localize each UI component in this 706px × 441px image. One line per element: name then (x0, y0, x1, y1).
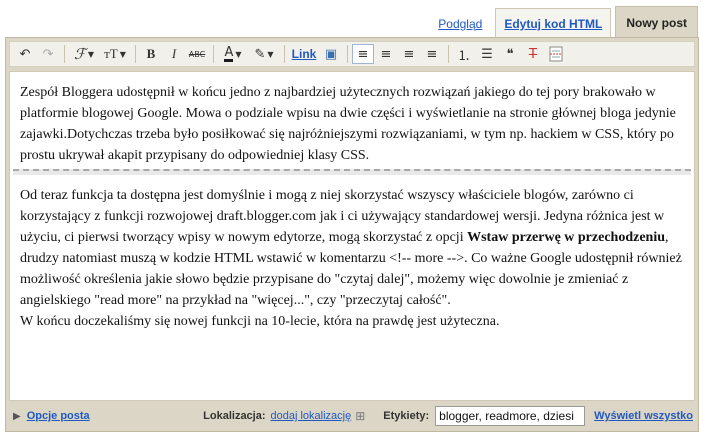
blockquote-button[interactable]: ❝ (499, 44, 521, 64)
tab-edit-html[interactable]: Edytuj kod HTML (495, 8, 612, 38)
jump-break-marker[interactable] (13, 169, 691, 175)
jump-break-icon[interactable] (545, 44, 567, 64)
image-icon[interactable]: ▣ (320, 44, 342, 64)
strikethrough-button[interactable]: ABC (186, 44, 208, 64)
italic-button[interactable]: I (163, 44, 185, 64)
toolbar-separator (347, 45, 348, 63)
toolbar-separator (284, 45, 285, 63)
editor-frame: ↶ ↷ ℱ ▼ тT ▼ B I ABC A ▼ ✎ ▼ Link ▣ ≡ ≡ ≡ ≡ … (5, 37, 699, 432)
formatting-toolbar: ↶ ↷ ℱ ▼ тT ▼ B I ABC A ▼ ✎ ▼ Link ▣ ≡ ≡ ≡ ≡ … (9, 41, 695, 67)
labels-label: Etykiety: (383, 410, 430, 422)
post-body-editor[interactable]: Zespół Bloggera udostępnił w końcu jedno… (9, 71, 695, 401)
text-color-button[interactable]: A ▼ (218, 44, 248, 64)
post-paragraph-3: W końcu doczekaliśmy się nowej funkcji n… (20, 314, 500, 329)
highlighter-icon: ✎ (254, 46, 266, 62)
post-footer-bar: ▶ Opcje posta Lokalizacja: dodaj lokaliz… (9, 405, 695, 427)
map-icon[interactable]: ⊞ (355, 409, 365, 423)
chevron-down-icon: ▼ (87, 49, 94, 59)
tab-preview[interactable]: Podgląd (429, 8, 491, 38)
paragraph-2-bold-text: Wstaw przerwę w przechodzeniu (467, 230, 665, 245)
editor-tabs: Podgląd Edytuj kod HTML Nowy post (425, 6, 698, 38)
toolbar-separator (213, 45, 214, 63)
toolbar-separator (64, 45, 65, 63)
align-center-button[interactable]: ≡ (375, 44, 397, 64)
justify-button[interactable]: ≡ (421, 44, 443, 64)
bold-button[interactable]: B (140, 44, 162, 64)
show-all-labels-link[interactable]: Wyświetl wszystko (594, 410, 693, 422)
chevron-down-icon: ▼ (119, 49, 126, 59)
numbered-list-button[interactable]: ⒈ (453, 44, 475, 64)
post-paragraph-2: Od teraz funkcja ta dostępna jest domyśl… (20, 185, 684, 311)
location-label: Lokalizacja: (203, 410, 266, 422)
toolbar-separator (135, 45, 136, 63)
link-button[interactable]: Link (289, 44, 319, 64)
font-family-button[interactable]: ℱ ▼ (69, 44, 99, 64)
text-color-icon: A (224, 45, 234, 62)
font-size-icon: тT (104, 46, 118, 61)
align-left-button[interactable]: ≡ (352, 44, 374, 64)
font-icon: ℱ (74, 46, 86, 63)
chevron-down-icon: ▼ (267, 49, 274, 59)
undo-icon[interactable]: ↶ (14, 44, 36, 64)
labels-input[interactable] (435, 406, 586, 426)
bullet-list-button[interactable]: ☰ (476, 44, 498, 64)
highlight-button[interactable]: ✎ ▼ (249, 44, 279, 64)
tab-compose[interactable]: Nowy post (615, 6, 698, 38)
chevron-down-icon: ▼ (235, 49, 242, 59)
redo-icon[interactable]: ↷ (37, 44, 59, 64)
page-break-icon (549, 46, 563, 62)
toolbar-separator (448, 45, 449, 63)
expand-arrow-icon[interactable]: ▶ (13, 411, 21, 422)
align-right-button[interactable]: ≡ (398, 44, 420, 64)
font-size-button[interactable]: тT ▼ (100, 44, 130, 64)
post-options-link[interactable]: Opcje posta (27, 410, 90, 422)
post-paragraph-1: Zespół Bloggera udostępnił w końcu jedno… (20, 85, 676, 163)
add-location-link[interactable]: dodaj lokalizację (271, 410, 352, 422)
remove-format-button[interactable]: T̶ (522, 44, 544, 64)
